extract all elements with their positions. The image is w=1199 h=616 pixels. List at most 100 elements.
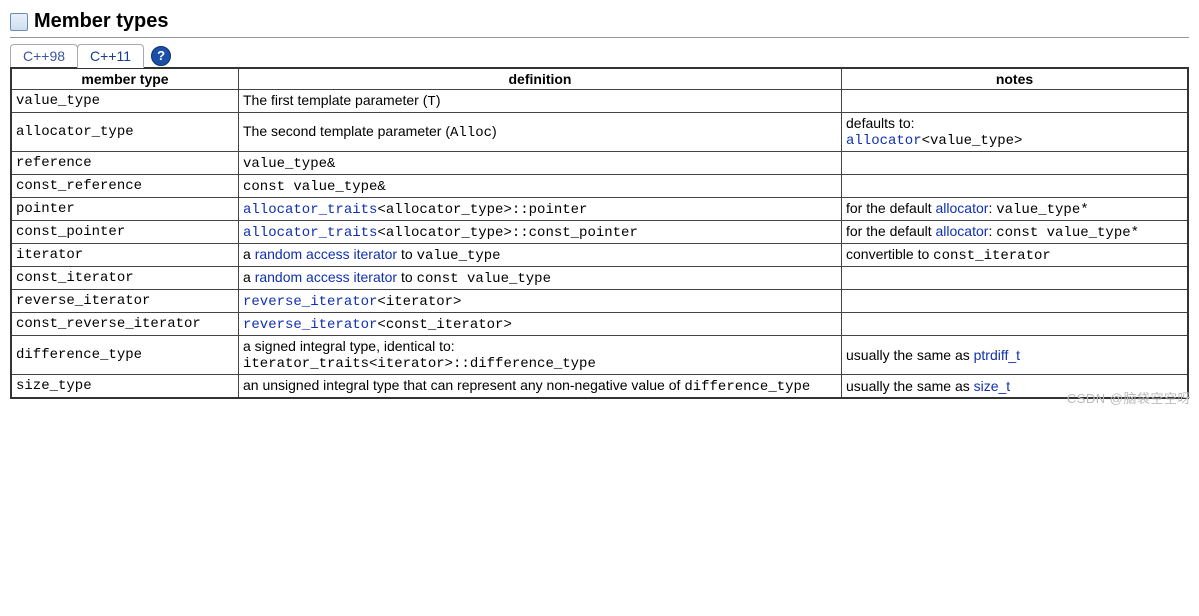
notes-cell: convertible to const_iterator <box>842 244 1189 267</box>
table-header-row: member type definition notes <box>11 68 1188 90</box>
code-text: const value_type* <box>996 225 1139 241</box>
member-types-table: member type definition notes value_typeT… <box>10 67 1189 399</box>
version-tabs: C++98C++11? <box>10 44 1189 67</box>
doc-link[interactable]: random access iterator <box>255 269 397 285</box>
col-member-type: member type <box>11 68 239 90</box>
code-text: <allocator_type>::const_pointer <box>377 225 637 241</box>
code-text: iterator_traits<iterator>::difference_ty… <box>243 356 596 372</box>
tab-cpppp98[interactable]: C++98 <box>10 44 78 67</box>
member-type-cell: const_reverse_iterator <box>11 313 239 336</box>
member-type-cell: pointer <box>11 198 239 221</box>
help-icon[interactable]: ? <box>151 46 171 66</box>
plain-text: convertible to <box>846 246 933 262</box>
member-type-cell: const_iterator <box>11 267 239 290</box>
code-text: T <box>427 94 435 110</box>
doc-link[interactable]: ptrdiff_t <box>974 347 1020 363</box>
code-text: difference_type <box>684 379 810 395</box>
code-text: <allocator_type>::pointer <box>377 202 587 218</box>
table-row: value_typeThe first template parameter (… <box>11 90 1188 113</box>
code-text: value_type* <box>996 202 1088 218</box>
definition-cell: The first template parameter (T) <box>239 90 842 113</box>
notes-cell <box>842 267 1189 290</box>
definition-cell: value_type& <box>239 152 842 175</box>
section-title: Member types <box>34 10 169 33</box>
notes-cell: for the default allocator: const value_t… <box>842 221 1189 244</box>
plain-text: usually the same as <box>846 347 974 363</box>
code-text: <const_iterator> <box>377 317 511 333</box>
section-anchor-icon[interactable] <box>10 13 28 31</box>
code-text: const_iterator <box>933 248 1051 264</box>
doc-link[interactable]: reverse_iterator <box>243 317 377 333</box>
doc-link[interactable]: random access iterator <box>255 246 397 262</box>
notes-cell <box>842 290 1189 313</box>
member-type-cell: allocator_type <box>11 113 239 152</box>
member-type-cell: const_pointer <box>11 221 239 244</box>
member-type-cell: difference_type <box>11 336 239 375</box>
plain-text: a <box>243 269 255 285</box>
plain-text: to <box>397 269 416 285</box>
member-type-cell: reverse_iterator <box>11 290 239 313</box>
table-row: referencevalue_type& <box>11 152 1188 175</box>
plain-text: a <box>243 246 255 262</box>
doc-link[interactable]: size_t <box>974 378 1011 394</box>
table-row: allocator_typeThe second template parame… <box>11 113 1188 152</box>
plain-text: ) <box>492 123 497 139</box>
definition-cell: a signed integral type, identical to: ite… <box>239 336 842 375</box>
plain-text: a signed integral type, identical to: <box>243 338 455 354</box>
definition-cell: a random access iterator to const value_… <box>239 267 842 290</box>
member-type-cell: const_reference <box>11 175 239 198</box>
definition-cell: allocator_traits<allocator_type>::pointe… <box>239 198 842 221</box>
notes-cell <box>842 152 1189 175</box>
plain-text: The first template parameter ( <box>243 92 427 108</box>
definition-cell: reverse_iterator<const_iterator> <box>239 313 842 336</box>
doc-link[interactable]: allocator <box>936 200 989 216</box>
table-row: const_pointerallocator_traits<allocator_… <box>11 221 1188 244</box>
plain-text: for the default <box>846 223 936 239</box>
doc-link[interactable]: allocator_traits <box>243 202 377 218</box>
tab-cpppp11[interactable]: C++11 <box>77 44 144 68</box>
table-row: iteratora random access iterator to valu… <box>11 244 1188 267</box>
notes-cell: defaults to: allocator<value_type> <box>842 113 1189 152</box>
notes-cell <box>842 313 1189 336</box>
notes-cell: usually the same as size_t <box>842 375 1189 399</box>
plain-text: ) <box>436 92 441 108</box>
code-text: <iterator> <box>377 294 461 310</box>
notes-cell: for the default allocator: value_type* <box>842 198 1189 221</box>
code-text: value_type <box>417 248 501 264</box>
notes-cell <box>842 90 1189 113</box>
code-text: const value_type <box>417 271 551 287</box>
table-row: const_iteratora random access iterator t… <box>11 267 1188 290</box>
notes-cell <box>842 175 1189 198</box>
doc-link[interactable]: allocator <box>846 133 922 149</box>
table-row: pointerallocator_traits<allocator_type>:… <box>11 198 1188 221</box>
member-type-cell: iterator <box>11 244 239 267</box>
plain-text: an unsigned integral type that can repre… <box>243 377 684 393</box>
member-type-cell: size_type <box>11 375 239 399</box>
table-row: reverse_iteratorreverse_iterator<iterato… <box>11 290 1188 313</box>
definition-cell: The second template parameter (Alloc) <box>239 113 842 152</box>
definition-cell: reverse_iterator<iterator> <box>239 290 842 313</box>
doc-link[interactable]: allocator_traits <box>243 225 377 241</box>
table-row: const_reverse_iteratorreverse_iterator<c… <box>11 313 1188 336</box>
plain-text: for the default <box>846 200 936 216</box>
code-text: Alloc <box>450 125 492 141</box>
table-row: difference_typea signed integral type, i… <box>11 336 1188 375</box>
table-row: const_referenceconst value_type& <box>11 175 1188 198</box>
doc-link[interactable]: reverse_iterator <box>243 294 377 310</box>
divider <box>10 37 1189 38</box>
definition-cell: const value_type& <box>239 175 842 198</box>
plain-text: defaults to: <box>846 115 915 131</box>
notes-cell: usually the same as ptrdiff_t <box>842 336 1189 375</box>
plain-text: to <box>397 246 416 262</box>
plain-text: usually the same as <box>846 378 974 394</box>
definition-cell: an unsigned integral type that can repre… <box>239 375 842 399</box>
definition-cell: a random access iterator to value_type <box>239 244 842 267</box>
code-text: const value_type& <box>243 179 386 195</box>
definition-cell: allocator_traits<allocator_type>::const_… <box>239 221 842 244</box>
code-text: value_type& <box>243 156 335 172</box>
code-text: <value_type> <box>922 133 1023 149</box>
col-definition: definition <box>239 68 842 90</box>
doc-link[interactable]: allocator <box>936 223 989 239</box>
plain-text: The second template parameter ( <box>243 123 450 139</box>
member-type-cell: value_type <box>11 90 239 113</box>
